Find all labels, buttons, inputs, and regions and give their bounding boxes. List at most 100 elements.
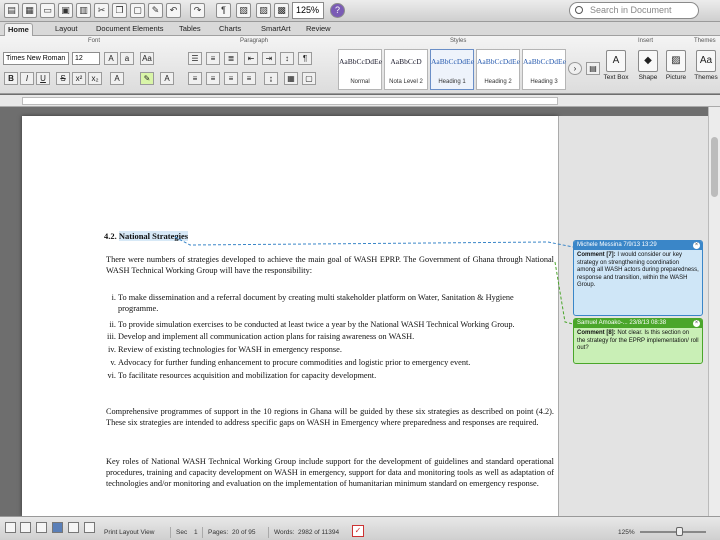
zoom-slider-thumb[interactable] [676,527,683,536]
tab-layout[interactable]: Layout [52,23,81,36]
style-normal[interactable]: AaBbCcDdEe Normal [338,49,382,90]
open-icon[interactable]: ▭ [40,3,55,18]
list-text: Develop and implement all communication … [118,332,415,341]
underline-button[interactable]: U [36,72,50,85]
close-icon[interactable]: × [693,242,700,249]
font-color-icon[interactable]: A [110,72,124,85]
sort-icon[interactable]: ↕ [280,52,294,65]
italic-button[interactable]: I [20,72,34,85]
format-painter-icon[interactable]: ✎ [148,3,163,18]
spelling-check-icon[interactable]: ✓ [352,525,364,537]
tab-smartart[interactable]: SmartArt [258,23,294,36]
subscript-button[interactable]: x₂ [88,72,102,85]
fullscreen-view-icon[interactable] [84,522,95,533]
search-input[interactable]: Search in Document [569,2,699,19]
notebook-view-icon[interactable] [68,522,79,533]
bold-button[interactable]: B [4,72,18,85]
show-paragraph-marks-icon[interactable]: ¶ [298,52,312,65]
paste-icon[interactable]: ▢ [130,3,145,18]
cut-icon[interactable]: ✂ [94,3,109,18]
font-size-field[interactable]: 12 [72,52,100,65]
redo-icon[interactable]: ↷ [190,3,205,18]
intro-paragraph: There were numbers of strategies develop… [106,255,554,275]
list-text: To provide simulation exercises to be co… [118,320,515,329]
paragraph-2: Comprehensive programmes of support in t… [106,407,554,427]
status-divider [268,527,269,538]
decrease-indent-icon[interactable]: ⇤ [244,52,258,65]
tab-tables[interactable]: Tables [176,23,204,36]
document-page[interactable]: 4.2. National Strategies There were numb… [22,116,675,516]
style-heading-1[interactable]: AaBbCcDdEe Heading 1 [430,49,474,90]
save-icon[interactable]: ▣ [58,3,73,18]
align-left-icon[interactable]: ≡ [188,72,202,85]
borders-icon[interactable]: ▢ [302,72,316,85]
text-effects-icon[interactable]: A [160,72,174,85]
insert-shape-button[interactable]: ◆ Shape [634,50,662,88]
line-spacing-icon[interactable]: ↨ [264,72,278,85]
zoom-slider[interactable] [640,531,706,533]
toolbox-icon[interactable]: ▨ [256,3,271,18]
zoom-field[interactable]: 125% [292,2,324,19]
scrollbar-thumb[interactable] [711,137,718,197]
sidebar-icon[interactable]: ▧ [236,3,251,18]
status-bar: Print Layout View Sec 1 Pages: 20 of 95 … [0,516,720,540]
list-item: iii. Develop and implement all communica… [107,331,554,342]
media-browser-icon[interactable]: ▩ [274,3,289,18]
draft-view-icon[interactable] [5,522,16,533]
publishing-view-icon[interactable] [36,522,47,533]
highlight-icon[interactable]: ✎ [140,72,154,85]
align-center-icon[interactable]: ≡ [206,72,220,85]
undo-icon[interactable]: ↶ [166,3,181,18]
comment-8[interactable]: Samuel Amoako-... 23/8/13 08:38 × Commen… [573,318,703,364]
show-formatting-icon[interactable]: ¶ [216,3,231,18]
tab-document-elements[interactable]: Document Elements [93,23,167,36]
list-number: iv. [108,345,116,354]
view-label: Print Layout View [104,529,155,536]
tab-home[interactable]: Home [4,23,33,36]
help-icon[interactable]: ? [330,3,345,18]
tab-charts[interactable]: Charts [216,23,244,36]
superscript-button[interactable]: x² [72,72,86,85]
style-heading-2[interactable]: AaBbCcDdEe Heading 2 [476,49,520,90]
close-icon[interactable]: × [693,320,700,327]
font-group-label: Font [88,38,101,44]
insert-picture-button[interactable]: ▨ Picture [662,50,690,88]
style-nota-level-2[interactable]: AaBbCcD Nota Level 2 [384,49,428,90]
words-label: Words: [274,529,295,536]
change-case-icon[interactable]: Aa [140,52,154,65]
style-heading-3[interactable]: AaBbCcDdEe Heading 3 [522,49,566,90]
list-text: Advocacy for further funding enhancement… [118,358,471,367]
print-icon[interactable]: ▥ [76,3,91,18]
horizontal-ruler[interactable] [0,95,720,107]
shrink-font-icon[interactable]: a [120,52,134,65]
justify-icon[interactable]: ≡ [242,72,256,85]
font-name-field[interactable]: Times New Roman [3,52,69,65]
increase-indent-icon[interactable]: ⇥ [262,52,276,65]
copy-icon[interactable]: ❐ [112,3,127,18]
outline-view-icon[interactable] [20,522,31,533]
new-document-icon[interactable]: ▤ [4,3,19,18]
list-item: v. Advocacy for further funding enhancem… [110,357,554,368]
themes-group-label: Themes [694,38,716,44]
align-right-icon[interactable]: ≡ [224,72,238,85]
styles-scroll-icon[interactable]: › [568,62,582,75]
vertical-scrollbar[interactable] [708,107,720,516]
styles-group-label: Styles [450,38,467,44]
bullets-icon[interactable]: ☰ [188,52,202,65]
numbering-icon[interactable]: ≡ [206,52,220,65]
templates-icon[interactable]: ▦ [22,3,37,18]
multilevel-list-icon[interactable]: ≣ [224,52,238,65]
shading-icon[interactable]: ▦ [284,72,298,85]
list-text: To make dissemination and a referral doc… [118,293,514,313]
style-sample: AaBbCcD [390,57,422,66]
search-icon [575,6,583,14]
insert-textbox-button[interactable]: A Text Box [602,50,630,88]
print-layout-view-icon[interactable] [52,522,63,533]
paragraph-3: Key roles of National WASH Technical Wor… [106,457,554,488]
themes-button[interactable]: Aa Themes [692,50,720,88]
tab-review[interactable]: Review [303,23,334,36]
comment-7[interactable]: Michele Messina 7/9/13 13:29 × Comment [… [573,240,703,316]
styles-pane-icon[interactable]: ▤ [586,62,600,75]
grow-font-icon[interactable]: A [104,52,118,65]
strikethrough-button[interactable]: S [56,72,70,85]
